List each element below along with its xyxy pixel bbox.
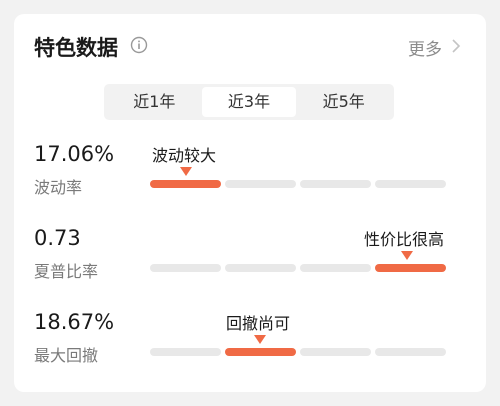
- level-segment: [375, 180, 446, 188]
- metric-value: 18.67%: [34, 310, 115, 334]
- metric-volatility: 17.06% 波动率 波动较大: [14, 142, 486, 212]
- level-segment: [225, 180, 296, 188]
- period-tabs: 近1年 近3年 近5年: [104, 84, 394, 120]
- level-segment: [150, 348, 221, 356]
- metric-max-drawdown: 18.67% 最大回撤 回撤尚可: [14, 310, 486, 380]
- level-segment: [150, 264, 221, 272]
- level-segment: [375, 348, 446, 356]
- info-circle-icon[interactable]: [130, 36, 148, 54]
- level-segment: [300, 348, 371, 356]
- level-bar: [150, 180, 446, 188]
- more-link[interactable]: 更多: [408, 35, 442, 60]
- level-segment: [300, 180, 371, 188]
- chevron-right-icon[interactable]: [450, 39, 462, 53]
- metric-value: 0.73: [34, 226, 81, 250]
- level-bar: [150, 348, 446, 356]
- triangle-pointer-icon: [180, 167, 192, 176]
- level-segment: [225, 348, 296, 356]
- level-bar: [150, 264, 446, 272]
- metric-label: 最大回撤: [34, 346, 99, 365]
- metric-tag: 波动较大: [152, 146, 217, 165]
- triangle-pointer-icon: [401, 251, 413, 260]
- tab-3y[interactable]: 近3年: [201, 87, 297, 117]
- metric-tag: 性价比很高: [364, 230, 445, 249]
- tab-1y[interactable]: 近1年: [107, 87, 202, 117]
- tab-5y[interactable]: 近5年: [296, 87, 391, 117]
- feature-data-card: 特色数据 更多 近1年 近3年 近5年 17.06% 波动率 波动较大 0.73…: [14, 14, 486, 392]
- metric-tag: 回撤尚可: [226, 314, 291, 333]
- triangle-pointer-icon: [254, 335, 266, 344]
- level-segment: [300, 264, 371, 272]
- metric-label: 波动率: [34, 178, 83, 197]
- level-segment: [225, 264, 296, 272]
- level-segment: [375, 264, 446, 272]
- level-segment: [150, 180, 221, 188]
- metric-label: 夏普比率: [34, 262, 99, 281]
- metric-sharpe: 0.73 夏普比率 性价比很高: [14, 226, 486, 296]
- card-title: 特色数据: [34, 36, 118, 60]
- metric-value: 17.06%: [34, 142, 115, 166]
